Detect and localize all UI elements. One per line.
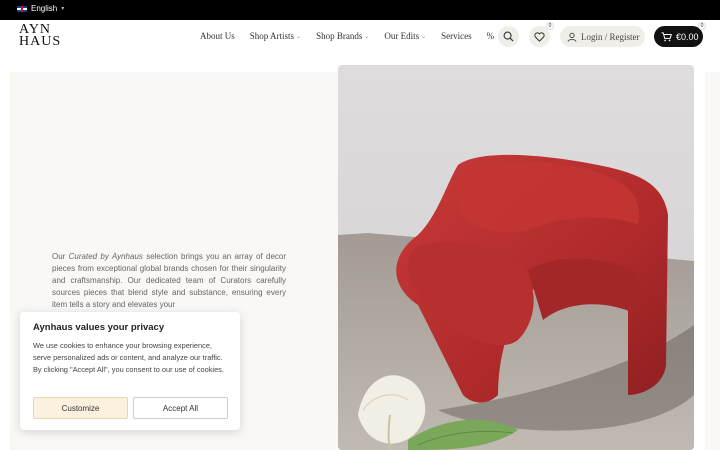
chevron-down-icon: ▾ — [61, 6, 65, 12]
nav-item-label: Shop Brands — [316, 31, 363, 41]
site-header: AYN HAUS About Us Shop Artists ⌄ Shop Br… — [0, 20, 720, 54]
customize-button[interactable]: Customize — [33, 397, 128, 419]
nav-item-label: Shop Artists — [249, 31, 295, 41]
nav-item-our-edits[interactable]: Our Edits ⌄ — [384, 31, 426, 41]
nav-item-label: Our Edits — [384, 31, 420, 41]
page-edge-panel — [705, 72, 720, 450]
nav-item-label: % — [486, 31, 495, 41]
cookie-actions: Customize Accept All — [33, 397, 228, 419]
hero-intro-text: Our Curated by Aynhaus selection brings … — [52, 251, 286, 311]
nav-item-sale[interactable]: % — [487, 31, 495, 41]
user-icon — [567, 32, 577, 42]
wishlist-button[interactable]: 0 — [529, 22, 554, 47]
intro-prefix: Our — [52, 252, 69, 261]
search-button[interactable] — [498, 26, 519, 47]
cookie-title: Aynhaus values your privacy — [33, 322, 165, 333]
nav-item-about-us[interactable]: About Us — [200, 31, 235, 41]
main-nav: About Us Shop Artists ⌄ Shop Brands ⌄ Ou… — [200, 31, 509, 41]
language-selector[interactable]: English ▾ — [17, 4, 64, 13]
logo-line-2: HAUS — [19, 34, 62, 49]
red-armchair-photo — [338, 65, 694, 450]
login-register-button[interactable]: Login / Register — [560, 26, 645, 47]
nav-item-services[interactable]: Services — [441, 31, 472, 41]
login-label: Login / Register — [581, 31, 640, 42]
cookie-consent-dialog: Aynhaus values your privacy We use cooki… — [20, 312, 240, 430]
site-logo[interactable]: AYN HAUS — [19, 23, 62, 49]
wishlist-count-badge: 0 — [546, 22, 554, 30]
chevron-down-icon: ⌄ — [296, 33, 302, 40]
language-label: English — [31, 4, 58, 13]
search-icon — [503, 31, 514, 42]
hero-image — [338, 65, 694, 450]
nav-item-shop-artists[interactable]: Shop Artists ⌄ — [250, 31, 301, 41]
chevron-down-icon: ⌄ — [364, 33, 370, 40]
cart-button[interactable]: €0.00 0 — [654, 22, 706, 47]
uk-flag-icon — [17, 5, 27, 12]
cookie-body: We use cookies to enhance your browsing … — [33, 341, 224, 374]
cart-count-badge: 0 — [698, 22, 706, 30]
nav-item-shop-brands[interactable]: Shop Brands ⌄ — [316, 31, 369, 41]
heart-icon — [534, 31, 545, 42]
accept-all-button[interactable]: Accept All — [133, 397, 228, 419]
cart-total: €0.00 — [676, 31, 699, 42]
intro-emphasis: Curated by Aynhaus — [68, 252, 143, 261]
nav-item-label: Services — [441, 31, 472, 41]
nav-item-label: About Us — [200, 31, 235, 41]
top-bar: English ▾ — [0, 0, 720, 20]
cart-icon — [661, 31, 672, 41]
chevron-down-icon: ⌄ — [421, 33, 427, 40]
